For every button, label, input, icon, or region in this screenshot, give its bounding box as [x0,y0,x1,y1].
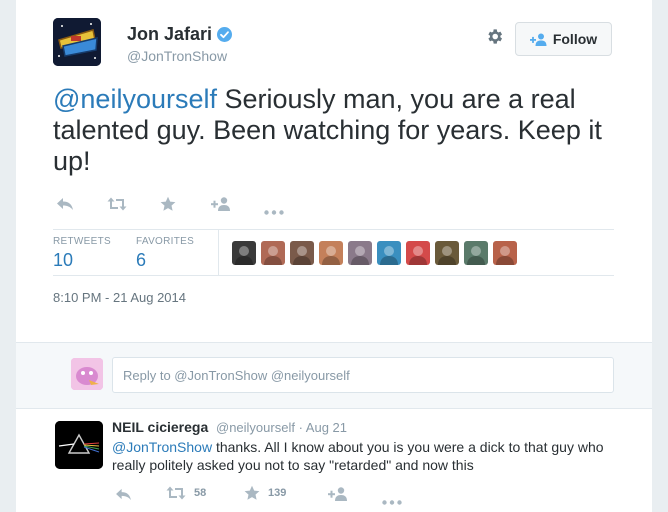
reply-separator: · [294,420,306,435]
tweet-text: @neilyourself Seriously man, you are a r… [53,84,623,177]
tweet-card: Jon Jafari @JonTronShow Follow @neilyour… [16,0,652,512]
author-name[interactable]: Jon Jafari [127,24,212,45]
avatar-9[interactable] [464,241,488,265]
reply-meta: @neilyourself · Aug 21 [216,420,347,435]
reply-author-handle[interactable]: @neilyourself [216,420,295,435]
reply-retweet-icon [166,486,186,500]
reply-author-name[interactable]: NEIL cicierega [112,419,208,435]
reply-author-avatar[interactable] [55,421,103,469]
follow-button[interactable]: Follow [515,22,612,56]
avatar-5[interactable] [348,241,372,265]
reply-follow-icon[interactable] [328,487,348,506]
tweet-timestamp[interactable]: 8:10 PM - 21 Aug 2014 [53,290,186,305]
retweets-stat[interactable]: RETWEETS 10 [53,236,111,271]
verified-badge-icon [217,27,232,42]
avatar-3[interactable] [290,241,314,265]
stats-top-divider [53,229,614,230]
reply-favorite-count: 139 [268,487,287,499]
more-options-icon[interactable] [264,202,284,220]
avatar-6[interactable] [377,241,401,265]
avatar-2[interactable] [261,241,285,265]
reply-text: @JonTronShow thanks. All I know about yo… [112,438,632,474]
reply-favorite-button[interactable]: 139 [244,485,286,501]
favorite-star-icon[interactable] [160,196,176,217]
retweet-icon[interactable] [107,197,127,216]
reply-retweet-count: 58 [194,487,207,499]
retweets-label: RETWEETS [53,236,111,247]
reply-date[interactable]: Aug 21 [306,420,347,435]
reply-mention-link[interactable]: @JonTronShow [112,439,212,455]
favorites-stat[interactable]: FAVORITES 6 [136,236,194,271]
stats-bottom-divider [53,275,614,276]
stats-vertical-divider [218,229,219,275]
author-handle[interactable]: @JonTronShow [127,48,227,64]
gear-icon[interactable] [485,27,504,46]
avatar-1[interactable] [232,241,256,265]
reply-icon[interactable] [56,197,74,216]
follow-user-icon[interactable] [211,197,231,216]
reply-reply-icon[interactable] [115,488,132,506]
reply-star-icon [244,485,260,500]
follow-label: Follow [552,31,598,47]
avatar-10[interactable] [493,241,517,265]
retweets-count: 10 [53,250,74,270]
avatar-7[interactable] [406,241,430,265]
avatar-4[interactable] [319,241,343,265]
favorites-count: 6 [136,250,147,270]
author-avatar[interactable] [53,18,101,66]
avatar-8[interactable] [435,241,459,265]
reply-retweet-button[interactable]: 58 [166,486,206,500]
reply-more-icon[interactable] [382,492,402,510]
current-user-avatar [71,358,103,390]
add-user-icon [529,33,547,46]
favorites-label: FAVORITES [136,236,195,247]
tweet-mention-link[interactable]: @neilyourself [53,84,217,114]
reply-input-placeholder: Reply to @JonTronShow @neilyourself [123,367,350,383]
reply-input[interactable]: Reply to @JonTronShow @neilyourself [112,357,614,393]
